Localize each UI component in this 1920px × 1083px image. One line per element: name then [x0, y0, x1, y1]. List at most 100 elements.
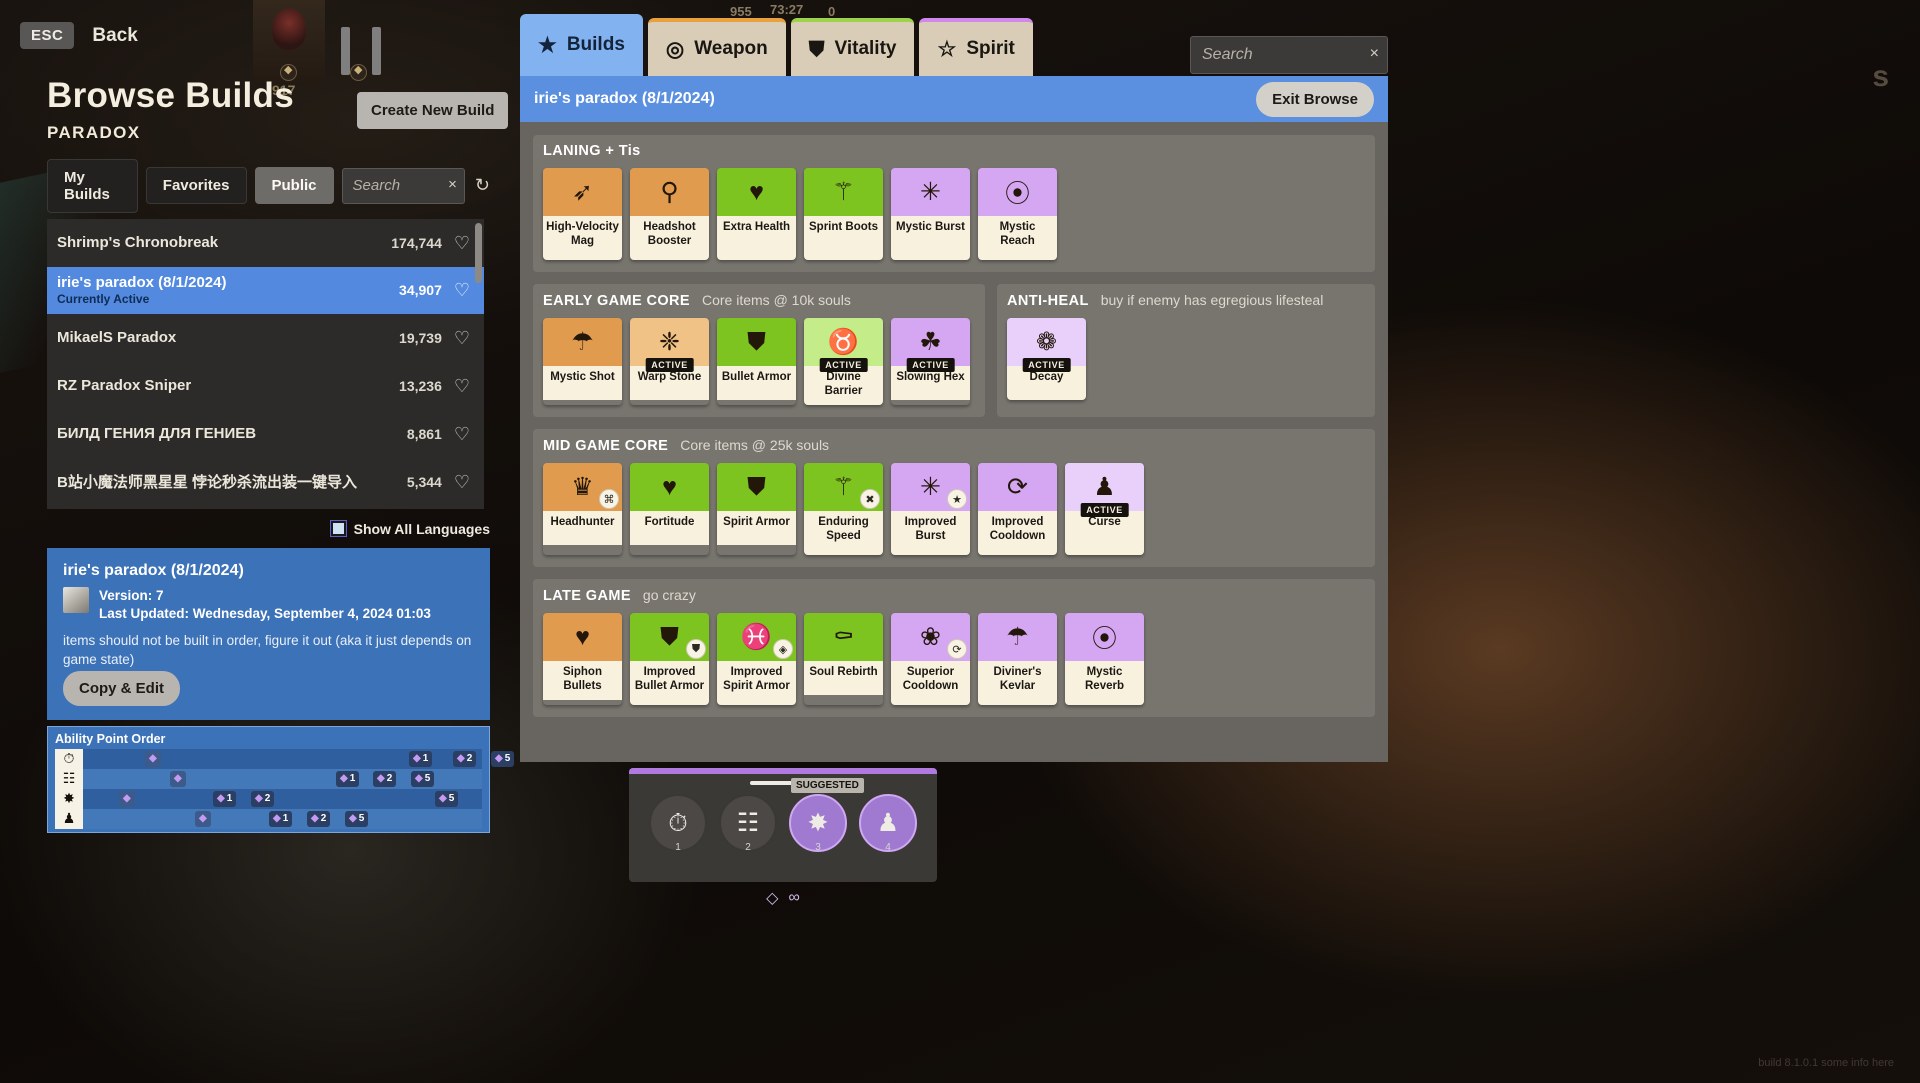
esc-key-badge[interactable]: ESC	[20, 22, 75, 49]
close-icon[interactable]: ×	[448, 176, 457, 193]
list-item[interactable]: RZ Paradox Sniper 13,236 ♡	[47, 362, 484, 410]
item-card[interactable]: ⛊ Bullet Armor	[717, 318, 796, 405]
ability-point-pip[interactable]: ◆ 5	[411, 770, 435, 787]
refresh-icon[interactable]: ↻	[475, 175, 490, 196]
item-art-icon: ☂	[543, 318, 622, 366]
item-card[interactable]: ♛ ⌘ Headhunter	[543, 463, 622, 555]
item-card[interactable]: ♟ ACTIVE Curse	[1065, 463, 1144, 556]
item-annotation-icon[interactable]: ◈	[773, 639, 793, 660]
tab-weapon[interactable]: ◎ Weapon	[647, 18, 786, 76]
item-card[interactable]: ⚚ Sprint Boots	[804, 168, 883, 260]
filter-tab-my-builds[interactable]: My Builds	[47, 158, 138, 213]
ability-point-pip[interactable]: ◆ 2	[251, 790, 275, 807]
favorite-heart-icon[interactable]: ♡	[454, 329, 470, 347]
item-card[interactable]: ⛊ Spirit Armor	[717, 463, 796, 555]
hero-hp-bar-right	[372, 27, 381, 75]
filter-tab-favorites[interactable]: Favorites	[145, 167, 247, 205]
ability-keybind: 2	[745, 842, 751, 853]
ability-point-pip[interactable]: ◆ 2	[453, 750, 477, 767]
item-annotation-icon[interactable]: ✖	[860, 489, 880, 510]
filter-tab-public[interactable]: Public	[254, 167, 334, 205]
ability-point-row[interactable]: ◆ ◆ 1 ◆ 2 ◆ 5	[83, 808, 482, 829]
ability-point-pip[interactable]: ◆ 1	[213, 790, 237, 807]
item-card[interactable]: ♥ Fortitude	[630, 463, 709, 555]
ability-point-pip[interactable]: ◆ 5	[435, 790, 459, 807]
list-item[interactable]: B站小魔法师黑星星 悖论秒杀流出装一键导入 5,344 ♡	[47, 458, 484, 506]
ability-point-pip[interactable]: ◆	[170, 770, 186, 787]
ability-point-pip[interactable]: ◆	[145, 750, 161, 767]
browse-search-input[interactable]: Search ×	[341, 167, 465, 204]
ability-point-row[interactable]: ◆ ◆ 1 ◆ 2 ◆ 5	[83, 748, 515, 769]
ability-slot-4[interactable]: ♟ 4	[859, 794, 917, 853]
build-list[interactable]: Shrimp's Chronobreak 174,744 ♡ irie's pa…	[47, 218, 484, 509]
list-item[interactable]: БИЛД ГЕНИЯ ДЛЯ ГЕНИЕВ 8,861 ♡	[47, 410, 484, 458]
favorite-heart-icon[interactable]: ♡	[454, 377, 470, 395]
favorite-heart-icon[interactable]: ♡	[454, 234, 470, 252]
ability-point-pip[interactable]: ◆	[119, 790, 135, 807]
item-card[interactable]: ☂ Mystic Shot	[543, 318, 622, 405]
copy-and-edit-button[interactable]: Copy & Edit	[63, 670, 180, 706]
item-name: Headhunter	[543, 511, 622, 546]
section-mid-game-core: MID GAME CORE Core items @ 25k souls ♛ ⌘…	[533, 429, 1375, 568]
tab-vitality[interactable]: ⛊ Vitality	[790, 18, 915, 76]
item-card[interactable]: ⚰ Soul Rebirth	[804, 613, 883, 705]
window-search-input[interactable]: Search ×	[1190, 36, 1388, 74]
item-card[interactable]: ❁ ACTIVE Decay	[1007, 318, 1086, 400]
item-card[interactable]: ⦿ Mystic Reverb	[1065, 613, 1144, 706]
ability-slot-2[interactable]: ☷ 2	[719, 794, 777, 853]
list-item[interactable]: irie's paradox (8/1/2024) Currently Acti…	[47, 266, 484, 314]
exit-browse-button[interactable]: Exit Browse	[1256, 81, 1374, 117]
item-card[interactable]: ⦿ Mystic Reach	[978, 168, 1057, 260]
item-card[interactable]: ⚲ Headshot Booster	[630, 168, 709, 260]
ability-point-pip[interactable]: ◆	[195, 810, 211, 827]
item-annotation-icon[interactable]: ⌘	[599, 489, 619, 510]
show-all-languages-row[interactable]: Show All Languages	[47, 520, 490, 538]
item-annotation-icon[interactable]: ★	[947, 489, 967, 510]
back-control[interactable]: ESC Back	[20, 22, 138, 49]
ability-point-row[interactable]: ◆ ◆ 1 ◆ 2 ◆ 5	[83, 768, 482, 789]
item-name: Improved Burst	[891, 511, 970, 556]
tab-builds[interactable]: ★ Builds	[520, 14, 643, 76]
back-label[interactable]: Back	[92, 25, 137, 47]
favorite-heart-icon[interactable]: ♡	[454, 425, 470, 443]
list-item[interactable]: Shrimp's Chronobreak 174,744 ♡	[47, 219, 484, 267]
item-card[interactable]: ♉ ACTIVE Divine Barrier	[804, 318, 883, 406]
item-name: Mystic Reverb	[1065, 661, 1144, 706]
item-card[interactable]: ☘ ACTIVE Slowing Hex	[891, 318, 970, 405]
item-card[interactable]: ❀ ⟳ Superior Cooldown	[891, 613, 970, 706]
ability-point-pip[interactable]: ◆ 2	[307, 810, 331, 827]
item-card[interactable]: ⚚ ✖ Enduring Speed	[804, 463, 883, 556]
ability-point-pip[interactable]: ◆ 1	[269, 810, 293, 827]
list-item[interactable]: MikaelS Paradox 19,739 ♡	[47, 314, 484, 362]
ability-point-pip[interactable]: ◆ 1	[409, 750, 433, 767]
item-card[interactable]: ⛊ ⛊ Improved Bullet Armor	[630, 613, 709, 706]
ability-point-pip[interactable]: ◆ 1	[336, 770, 360, 787]
ability-slot-3[interactable]: SUGGESTED ✸ 3	[789, 778, 864, 853]
item-card[interactable]: ♓ ◈ Improved Spirit Armor	[717, 613, 796, 706]
build-name: БИЛД ГЕНИЯ ДЛЯ ГЕНИЕВ	[57, 425, 257, 443]
tab-spirit[interactable]: ☆ Spirit	[919, 18, 1033, 76]
item-card[interactable]: ➶ High-Velocity Mag	[543, 168, 622, 260]
item-card[interactable]: ☂ Diviner's Kevlar	[978, 613, 1057, 706]
item-annotation-icon[interactable]: ⟳	[947, 639, 967, 660]
favorite-heart-icon[interactable]: ♡	[454, 281, 470, 299]
item-annotation-icon[interactable]: ⛊	[686, 639, 706, 660]
item-card[interactable]: ⟳ Improved Cooldown	[978, 463, 1057, 556]
ability-point-pip[interactable]: ◆ 5	[491, 750, 515, 767]
show-all-languages-checkbox[interactable]	[329, 520, 347, 538]
item-card[interactable]: ✳ Mystic Burst	[891, 168, 970, 260]
list-item[interactable]: Wulfee7 Twitch - BEST PARADOX BUILD ( 85…	[47, 506, 484, 509]
item-card[interactable]: ✳ ★ Improved Burst	[891, 463, 970, 556]
ability-point-pip[interactable]: ◆ 5	[345, 810, 369, 827]
ability-slot-1[interactable]: ⏱ 1	[649, 794, 707, 853]
favorite-heart-icon[interactable]: ♡	[454, 473, 470, 491]
create-new-build-button[interactable]: Create New Build	[357, 92, 509, 129]
item-card[interactable]: ❈ ACTIVE Warp Stone	[630, 318, 709, 405]
ability-point-row[interactable]: ◆ ◆ 1 ◆ 2 ◆ 5	[83, 788, 482, 809]
category-tabs: ★ Builds ◎ Weapon ⛊ Vitality ☆ Spirit Se…	[520, 14, 1388, 76]
item-card[interactable]: ♥ Siphon Bullets	[543, 613, 622, 705]
close-icon[interactable]: ×	[1370, 45, 1379, 63]
scrollbar-thumb[interactable]	[475, 222, 482, 283]
ability-point-pip[interactable]: ◆ 2	[373, 770, 397, 787]
item-card[interactable]: ♥ Extra Health	[717, 168, 796, 260]
